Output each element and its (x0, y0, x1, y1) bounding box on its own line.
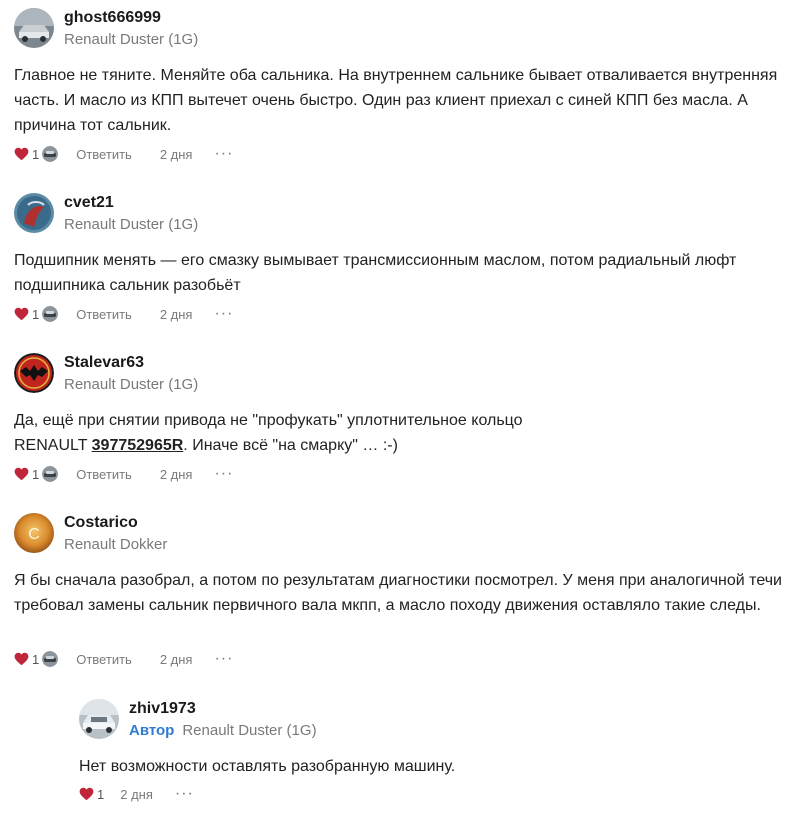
comment-text: Нет возможности оставлять разобранную ма… (79, 758, 456, 775)
comment-text: Главное не тяните. Меняйте оба сальника.… (14, 67, 778, 134)
like-count: 1 (32, 466, 40, 482)
username[interactable]: Stalevar63 (64, 353, 144, 373)
username[interactable]: ghost666999 (64, 8, 161, 28)
reply-button[interactable]: Ответить (76, 147, 132, 162)
comment-actions: 1 Ответить 2 дня ··· (14, 650, 233, 668)
part-number-link[interactable]: 397752965R (92, 437, 184, 454)
comment-actions: 1 Ответить 2 дня ··· (14, 305, 233, 323)
more-options-icon[interactable]: ··· (214, 465, 233, 483)
comment-date: 2 дня (159, 306, 193, 322)
avatar[interactable] (79, 699, 119, 739)
heart-icon[interactable] (14, 652, 29, 666)
heart-icon[interactable] (14, 467, 29, 481)
comment-actions: 1 Ответить 2 дня ··· (14, 145, 233, 163)
heart-icon[interactable] (79, 787, 94, 801)
comment-date: 2 дня (159, 466, 193, 482)
comment-text: Да, ещё при снятии привода не "профукать… (14, 408, 794, 458)
reply-button[interactable]: Ответить (76, 652, 132, 667)
car-model[interactable]: Renault Duster (1G) (64, 375, 198, 395)
author-badge: Автор (129, 722, 175, 739)
avatar-letter: C (28, 526, 40, 543)
like-count: 1 (32, 306, 40, 322)
more-options-icon[interactable]: ··· (214, 650, 233, 668)
reply-button[interactable]: Ответить (76, 467, 132, 482)
avatar[interactable] (14, 8, 54, 48)
comment-text: Подшипник менять — его смазку вымывает т… (14, 252, 737, 294)
liker-avatar[interactable] (42, 466, 58, 482)
username[interactable]: zhiv1973 (129, 699, 196, 719)
comment-date: 2 дня (159, 651, 193, 667)
username[interactable]: cvet21 (64, 193, 114, 213)
car-model[interactable]: Renault Duster (1G) (64, 30, 198, 50)
text-suffix: . Иначе всё "на смарку" … :-) (183, 437, 398, 454)
avatar[interactable]: C (14, 513, 54, 553)
heart-icon[interactable] (14, 147, 29, 161)
comment-date: 2 дня (159, 146, 193, 162)
avatar[interactable] (14, 353, 54, 393)
comment-text-line: Да, ещё при снятии привода не "профукать… (14, 412, 523, 429)
comment-text: Я бы сначала разобрал, а потом по резуль… (14, 572, 782, 614)
like-count: 1 (32, 146, 40, 162)
avatar[interactable] (14, 193, 54, 233)
comment-actions: 1 Ответить 2 дня ··· (14, 465, 233, 483)
more-options-icon[interactable]: ··· (214, 305, 233, 323)
car-model[interactable]: Renault Duster (1G) (182, 722, 316, 739)
heart-icon[interactable] (14, 307, 29, 321)
reply-button[interactable]: Ответить (76, 307, 132, 322)
liker-avatar[interactable] (42, 651, 58, 667)
comment-actions: 1 2 дня ··· (79, 785, 194, 803)
comment-text-line: RENAULT 397752965R. Иначе всё "на смарку… (14, 433, 794, 458)
car-model[interactable]: Renault Dokker (64, 535, 167, 555)
username[interactable]: Costarico (64, 513, 138, 533)
more-options-icon[interactable]: ··· (214, 145, 233, 163)
liker-avatar[interactable] (42, 146, 58, 162)
car-model[interactable]: Renault Duster (1G) (64, 215, 198, 235)
comment-date: 2 дня (120, 786, 153, 802)
like-count: 1 (97, 786, 105, 802)
more-options-icon[interactable]: ··· (175, 785, 194, 803)
car-model-line: Автор Renault Duster (1G) (129, 721, 317, 741)
like-count: 1 (32, 651, 40, 667)
liker-avatar[interactable] (42, 306, 58, 322)
text-prefix: RENAULT (14, 437, 92, 454)
